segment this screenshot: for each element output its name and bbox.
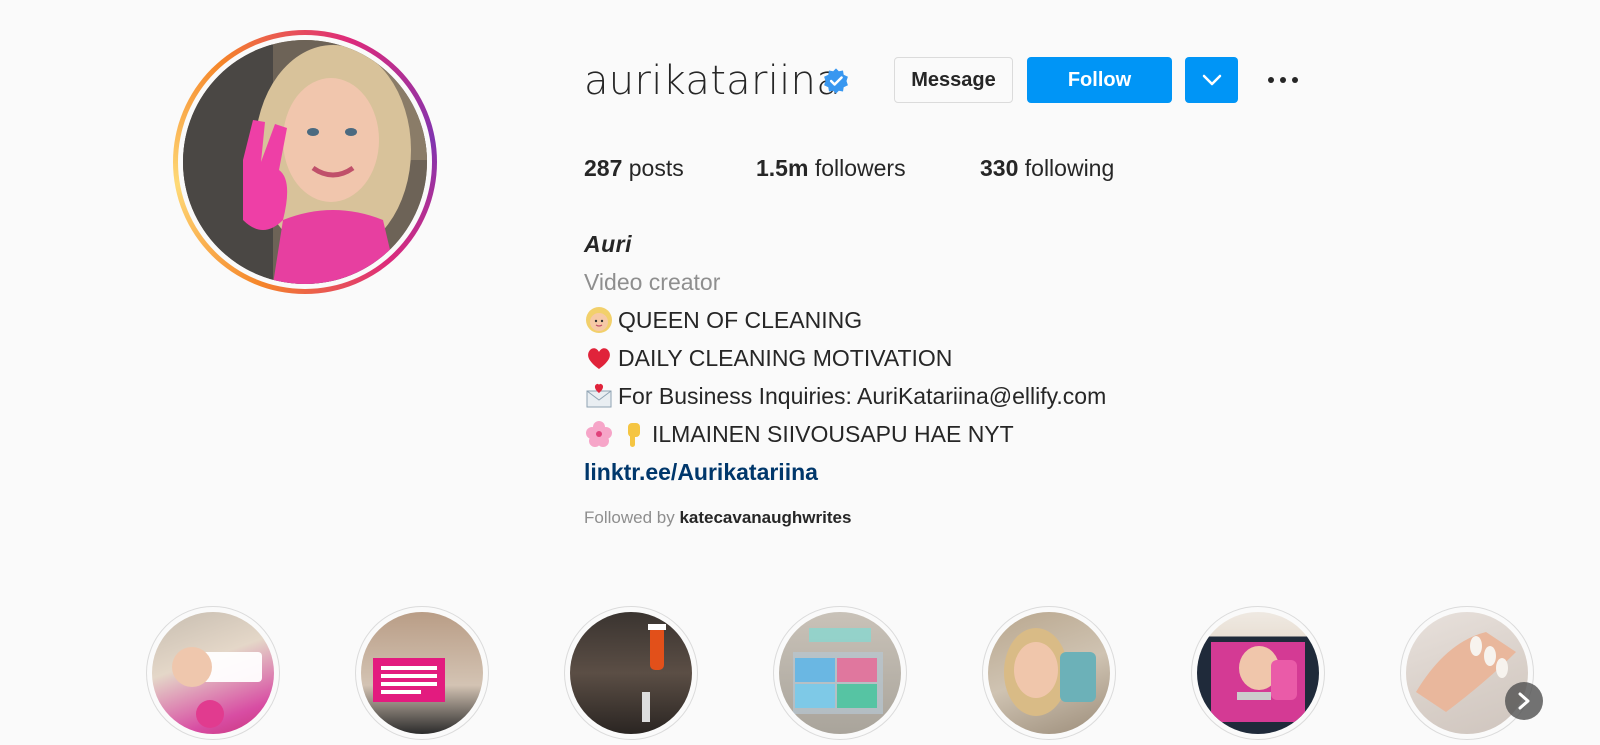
story-highlight-item[interactable] [982, 606, 1116, 740]
following-count: 330 [980, 155, 1019, 181]
bio-external-link[interactable]: linktr.ee/Aurikatariina [584, 453, 1106, 491]
highlight-thumbnail [361, 612, 483, 734]
posts-label: posts [628, 155, 684, 181]
avatar-portrait-icon [183, 40, 427, 284]
profile-category: Video creator [584, 269, 721, 295]
envelope-heart-emoji-icon [586, 383, 612, 408]
profile-bio: Auri Video creator QUEEN OF CLEANING DAI… [584, 225, 1106, 491]
highlight-thumbnail [570, 612, 692, 734]
story-highlight-item[interactable] [1400, 606, 1534, 740]
bio-line-text: ILMAINEN SIIVOUSAPU HAE NYT [652, 421, 1014, 447]
profile-display-name: Auri [584, 231, 632, 257]
followers-count: 1.5m [756, 155, 809, 181]
bio-line-text: QUEEN OF CLEANING [618, 307, 863, 333]
highlight-image-icon [172, 647, 262, 728]
heart-emoji-icon [588, 348, 610, 369]
following-label: following [1024, 155, 1115, 181]
pointing-down-emoji-icon [628, 423, 640, 447]
bio-line: QUEEN OF CLEANING [584, 301, 1106, 339]
avatar-image [183, 40, 427, 284]
highlights-next-button[interactable] [1505, 682, 1543, 720]
posts-stat: 287 posts [584, 155, 684, 182]
following-stat[interactable]: 330 following [980, 155, 1114, 182]
more-dot-icon [1280, 77, 1286, 83]
verified-badge-icon [824, 68, 848, 94]
followed-by-user: katecavanaughwrites [679, 508, 852, 527]
posts-count: 287 [584, 155, 623, 181]
highlight-image-icon [793, 628, 883, 714]
story-highlight-item[interactable] [564, 606, 698, 740]
more-dot-icon [1292, 77, 1298, 83]
highlight-image-icon [373, 658, 445, 702]
followers-stat[interactable]: 1.5m followers [756, 155, 906, 182]
suggested-dropdown-button[interactable] [1185, 57, 1238, 103]
profile-avatar[interactable] [173, 30, 437, 294]
highlight-image-icon [1416, 632, 1516, 712]
more-options-button[interactable] [1268, 72, 1304, 88]
profile-username: aurikatariina [584, 58, 842, 104]
highlight-thumbnail [152, 612, 274, 734]
highlight-thumbnail [1406, 612, 1528, 734]
chevron-right-icon [1518, 692, 1530, 710]
highlight-thumbnail [779, 612, 901, 734]
story-highlight-item[interactable] [146, 606, 280, 740]
highlight-image-icon [1211, 642, 1305, 722]
bio-line: ILMAINEN SIIVOUSAPU HAE NYT [584, 415, 1106, 453]
woman-emoji-icon [586, 307, 612, 333]
story-highlight-item[interactable] [355, 606, 489, 740]
highlight-image-icon [1004, 628, 1096, 716]
chevron-down-icon [1202, 74, 1221, 86]
bio-line: For Business Inquiries: AuriKatariina@el… [584, 377, 1106, 415]
highlight-image-icon [642, 624, 666, 722]
bio-line-text: For Business Inquiries: AuriKatariina@el… [618, 383, 1107, 409]
cherry-blossom-emoji-icon [586, 421, 612, 447]
followers-label: followers [814, 155, 906, 181]
followed-by-prefix: Followed by [584, 508, 675, 527]
story-highlight-item[interactable] [773, 606, 907, 740]
story-highlight-item[interactable] [1191, 606, 1325, 740]
highlight-thumbnail [1197, 612, 1319, 734]
more-dot-icon [1268, 77, 1274, 83]
bio-line-text: DAILY CLEANING MOTIVATION [618, 345, 953, 371]
bio-line: DAILY CLEANING MOTIVATION [584, 339, 1106, 377]
followed-by[interactable]: Followed by katecavanaughwrites [584, 508, 851, 528]
follow-button[interactable]: Follow [1027, 57, 1172, 103]
highlight-thumbnail [988, 612, 1110, 734]
message-button[interactable]: Message [894, 57, 1013, 103]
